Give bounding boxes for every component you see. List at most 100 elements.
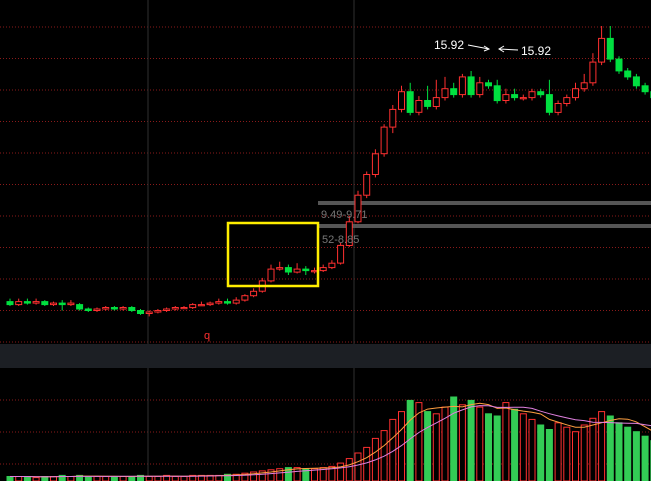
candle-body[interactable] — [606, 37, 614, 60]
volume-bar[interactable] — [6, 476, 14, 481]
candle-body[interactable] — [102, 307, 110, 310]
volume-bar[interactable] — [67, 476, 75, 481]
candle-body[interactable] — [241, 295, 249, 301]
volume-bar[interactable] — [180, 476, 188, 481]
candle-body[interactable] — [589, 61, 597, 84]
volume-bar[interactable] — [424, 411, 432, 481]
candle-body[interactable] — [441, 88, 449, 99]
volume-bar[interactable] — [337, 462, 345, 481]
volume-bar[interactable] — [537, 424, 545, 481]
volume-bar[interactable] — [363, 446, 371, 481]
candle-body[interactable] — [406, 91, 414, 113]
candle-body[interactable] — [58, 302, 66, 306]
volume-bar[interactable] — [458, 404, 466, 481]
candle-body[interactable] — [519, 97, 527, 100]
candle-body[interactable] — [76, 304, 84, 310]
candle-body[interactable] — [337, 244, 345, 264]
candle-body[interactable] — [641, 85, 649, 93]
volume-bar[interactable] — [23, 476, 31, 481]
candle-body[interactable] — [485, 82, 492, 87]
candle-body[interactable] — [197, 304, 205, 307]
candle-body[interactable] — [41, 301, 49, 306]
candle-body[interactable] — [137, 310, 144, 314]
candle-body[interactable] — [432, 97, 440, 107]
volume-bar[interactable] — [102, 476, 110, 481]
candle-body[interactable] — [180, 307, 188, 310]
candle-body[interactable] — [84, 308, 92, 311]
volume-bar[interactable] — [632, 431, 640, 481]
candle-body[interactable] — [93, 308, 101, 311]
candle-body[interactable] — [598, 37, 606, 63]
volume-bar[interactable] — [398, 411, 405, 481]
candle-body[interactable] — [302, 268, 310, 272]
candle-body[interactable] — [128, 307, 136, 311]
volume-bar[interactable] — [171, 476, 179, 481]
candle-body[interactable] — [545, 94, 553, 113]
volume-bar[interactable] — [15, 476, 23, 481]
candle-body[interactable] — [67, 302, 75, 306]
volume-bar[interactable] — [519, 413, 527, 481]
volume-bar[interactable] — [580, 424, 588, 481]
candle-body[interactable] — [415, 100, 423, 113]
candle-body[interactable] — [615, 58, 623, 72]
candle-body[interactable] — [554, 103, 562, 113]
volume-bar[interactable] — [467, 399, 475, 481]
volume-bar[interactable] — [128, 476, 136, 481]
candle-body[interactable] — [119, 307, 127, 310]
candle-body[interactable] — [502, 94, 510, 101]
candle-body[interactable] — [424, 100, 432, 107]
candle-body[interactable] — [371, 153, 379, 176]
candle-body[interactable] — [528, 91, 536, 99]
candle-body[interactable] — [189, 304, 197, 309]
candle-body[interactable] — [398, 91, 405, 110]
volume-bar[interactable] — [345, 458, 353, 481]
candle-body[interactable] — [319, 267, 327, 272]
volume-bar[interactable] — [154, 476, 162, 481]
candle-body[interactable] — [476, 82, 484, 96]
candle-body[interactable] — [632, 76, 640, 87]
candle-body[interactable] — [163, 308, 171, 311]
volume-bar[interactable] — [84, 476, 92, 481]
volume-bar[interactable] — [485, 413, 492, 481]
candle-body[interactable] — [572, 88, 579, 99]
candle-body[interactable] — [293, 268, 301, 273]
volume-bar[interactable] — [572, 431, 579, 481]
volume-bar[interactable] — [615, 422, 623, 481]
candle-body[interactable] — [450, 88, 458, 96]
volume-bar[interactable] — [545, 429, 553, 481]
candle-body[interactable] — [50, 302, 57, 306]
volume-bar[interactable] — [93, 476, 101, 481]
candle-body[interactable] — [154, 310, 162, 313]
candle-body[interactable] — [32, 301, 40, 304]
volume-bar[interactable] — [606, 415, 614, 481]
candle-body[interactable] — [224, 301, 231, 304]
candle-body[interactable] — [311, 270, 318, 273]
volume-bar[interactable] — [624, 426, 632, 481]
candle-body[interactable] — [563, 97, 571, 104]
volume-bar[interactable] — [502, 402, 510, 481]
volume-bar[interactable] — [511, 408, 519, 481]
candle-body[interactable] — [624, 70, 632, 78]
candle-body[interactable] — [467, 76, 475, 96]
volume-bar[interactable] — [354, 452, 362, 481]
candle-body[interactable] — [580, 82, 588, 90]
candle-body[interactable] — [380, 126, 388, 155]
volume-bar[interactable] — [145, 476, 153, 481]
candle-body[interactable] — [232, 299, 240, 304]
volume-bar[interactable] — [493, 415, 501, 481]
candle-body[interactable] — [458, 76, 466, 96]
candle-body[interactable] — [206, 302, 214, 306]
candle-body[interactable] — [493, 85, 501, 102]
volume-bar[interactable] — [450, 396, 458, 481]
candle-body[interactable] — [267, 268, 275, 282]
volume-bar[interactable] — [554, 422, 562, 481]
candle-body[interactable] — [215, 301, 223, 304]
candle-body[interactable] — [23, 301, 31, 304]
volume-bar[interactable] — [641, 435, 649, 481]
candle-body[interactable] — [250, 290, 258, 297]
candle-body[interactable] — [276, 267, 284, 270]
candle-body[interactable] — [537, 91, 545, 96]
volume-bar[interactable] — [589, 417, 597, 481]
volume-bar[interactable] — [528, 418, 536, 481]
candle-body[interactable] — [363, 174, 371, 196]
